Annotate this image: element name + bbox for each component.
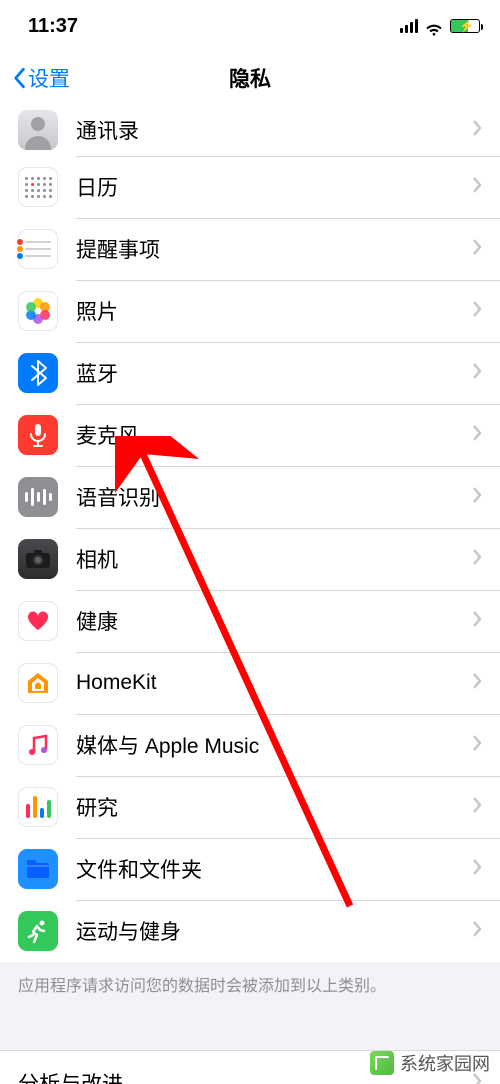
- chevron-right-icon: [472, 119, 482, 142]
- apple-music-icon: [18, 725, 58, 765]
- row-photos[interactable]: 照片: [0, 280, 500, 342]
- chevron-right-icon: [472, 734, 482, 757]
- row-motion-fitness[interactable]: 运动与健身: [0, 900, 500, 962]
- row-label: 健康: [76, 606, 472, 636]
- row-microphone[interactable]: 麦克风: [0, 404, 500, 466]
- battery-icon: ⚡: [450, 19, 480, 33]
- status-time: 11:37: [28, 15, 78, 38]
- chevron-right-icon: [472, 238, 482, 261]
- chevron-right-icon: [472, 796, 482, 819]
- row-label: 媒体与 Apple Music: [76, 730, 472, 760]
- watermark-text: 系统家园网: [400, 1050, 490, 1076]
- row-research[interactable]: 研究: [0, 776, 500, 838]
- wifi-icon: [424, 19, 444, 33]
- row-label: 相机: [76, 544, 472, 574]
- row-contacts[interactable]: 通讯录: [0, 104, 500, 156]
- row-label: 通讯录: [76, 115, 472, 145]
- chevron-right-icon: [472, 176, 482, 199]
- row-label: HomeKit: [76, 671, 472, 695]
- row-camera[interactable]: 相机: [0, 528, 500, 590]
- microphone-icon: [18, 415, 58, 455]
- chevron-right-icon: [472, 672, 482, 695]
- nav-bar: 设置 隐私: [0, 52, 500, 104]
- row-media-apple-music[interactable]: 媒体与 Apple Music: [0, 714, 500, 776]
- status-bar: 11:37 ⚡: [0, 0, 500, 52]
- row-label: 研究: [76, 792, 472, 822]
- chevron-right-icon: [472, 486, 482, 509]
- watermark: 系统家园网: [370, 1050, 490, 1076]
- privacy-list: 通讯录 日历 提醒事项: [0, 104, 500, 962]
- row-homekit[interactable]: HomeKit: [0, 652, 500, 714]
- watermark-logo-icon: [370, 1051, 394, 1075]
- section-footer: 应用程序请求访问您的数据时会被添加到以上类别。: [0, 962, 500, 1020]
- status-indicators: ⚡: [400, 19, 480, 33]
- chevron-right-icon: [472, 424, 482, 447]
- camera-icon: [18, 539, 58, 579]
- row-label: 照片: [76, 296, 472, 326]
- row-label: 运动与健身: [76, 916, 472, 946]
- row-label: 语音识别: [76, 482, 472, 512]
- row-files-and-folders[interactable]: 文件和文件夹: [0, 838, 500, 900]
- page-title: 隐私: [0, 63, 500, 93]
- row-speech-recognition[interactable]: 语音识别: [0, 466, 500, 528]
- health-icon: [18, 601, 58, 641]
- chevron-right-icon: [472, 548, 482, 571]
- photos-icon: [18, 291, 58, 331]
- contacts-icon: [18, 110, 58, 150]
- chevron-right-icon: [472, 300, 482, 323]
- row-label: 蓝牙: [76, 358, 472, 388]
- chevron-right-icon: [472, 362, 482, 385]
- homekit-icon: [18, 663, 58, 703]
- chevron-right-icon: [472, 858, 482, 881]
- row-label: 日历: [76, 172, 472, 202]
- calendar-icon: [18, 167, 58, 207]
- files-icon: [18, 849, 58, 889]
- row-label: 提醒事项: [76, 234, 472, 264]
- row-bluetooth[interactable]: 蓝牙: [0, 342, 500, 404]
- reminders-icon: [18, 229, 58, 269]
- bluetooth-icon: [18, 353, 58, 393]
- fitness-icon: [18, 911, 58, 951]
- row-health[interactable]: 健康: [0, 590, 500, 652]
- cellular-signal-icon: [400, 19, 418, 33]
- row-label: 麦克风: [76, 420, 472, 450]
- research-icon: [18, 787, 58, 827]
- speech-recognition-icon: [18, 477, 58, 517]
- row-label: 文件和文件夹: [76, 854, 472, 884]
- row-reminders[interactable]: 提醒事项: [0, 218, 500, 280]
- row-calendar[interactable]: 日历: [0, 156, 500, 218]
- chevron-right-icon: [472, 610, 482, 633]
- chevron-right-icon: [472, 920, 482, 943]
